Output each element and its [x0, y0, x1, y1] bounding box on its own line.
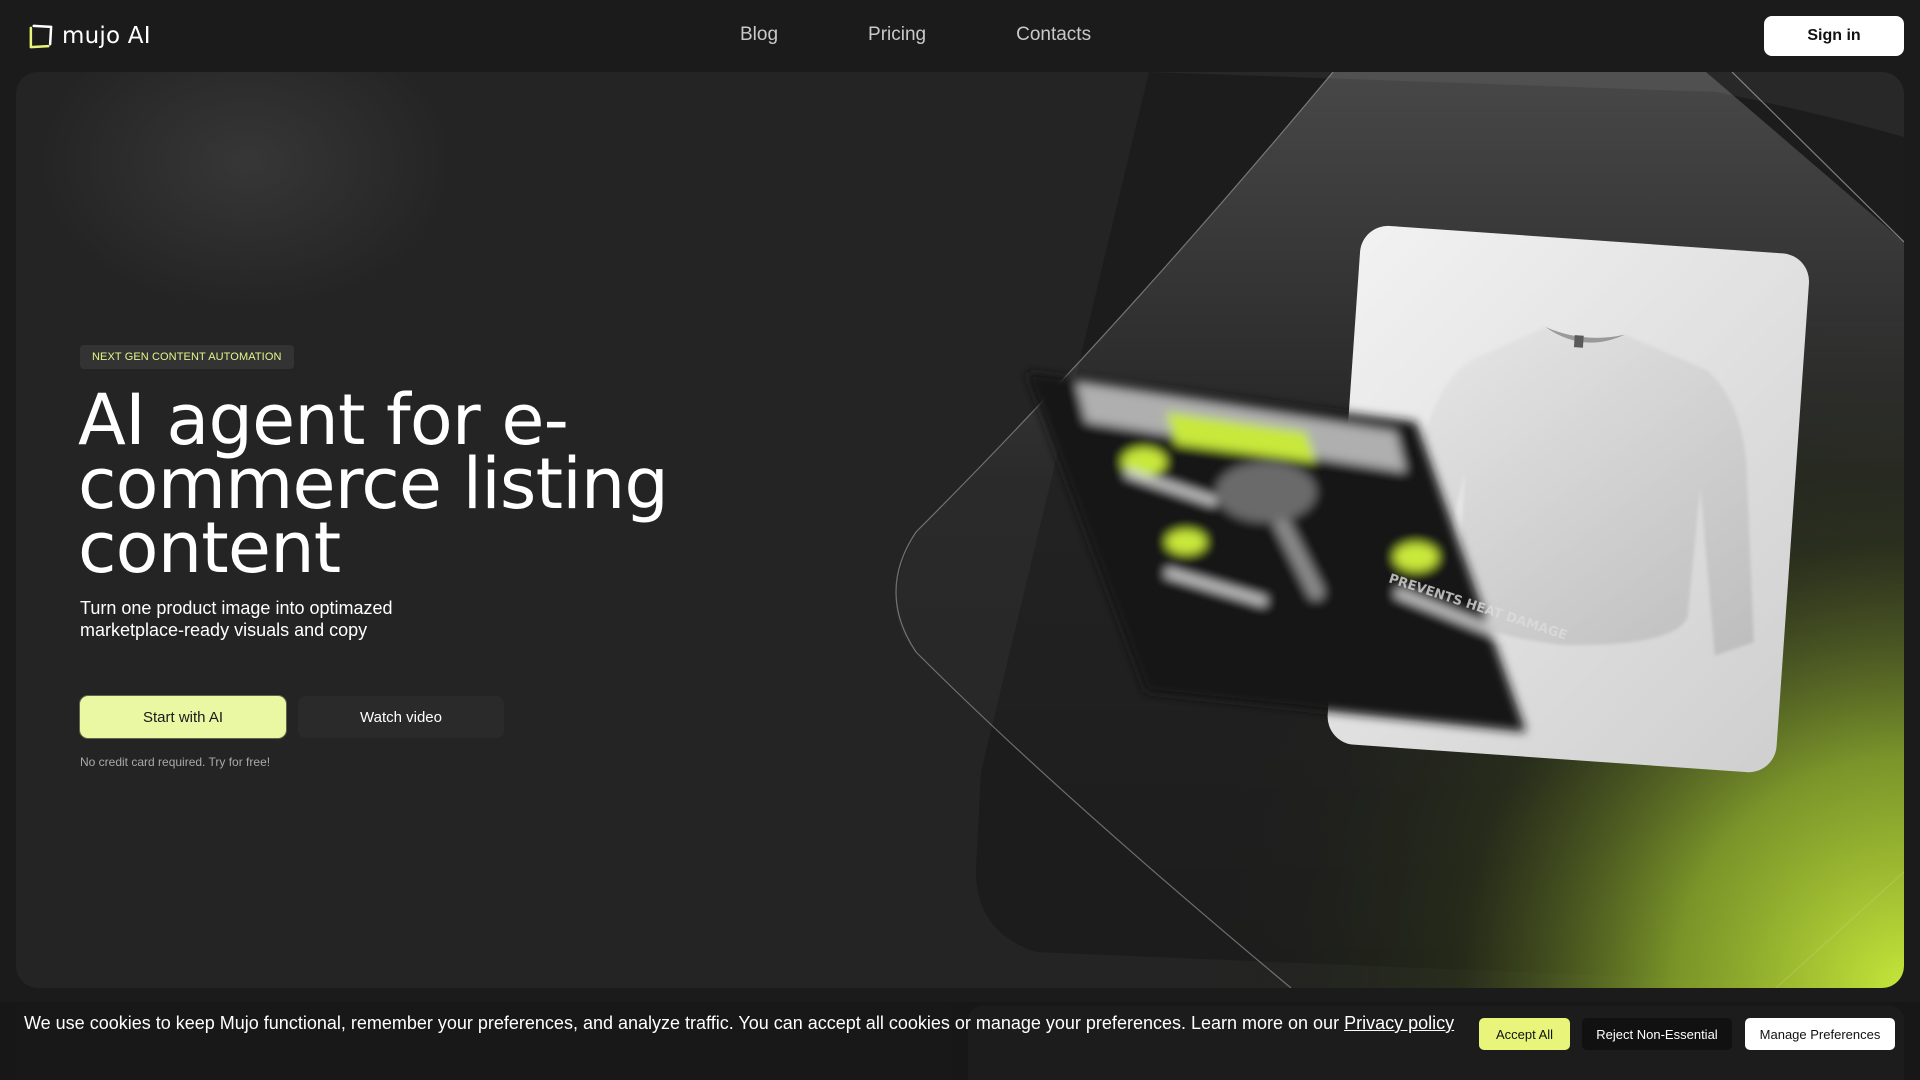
start-with-ai-button[interactable]: Start with AI [80, 696, 286, 738]
nav-link-pricing[interactable]: Pricing [868, 22, 926, 48]
mujo-logo-icon [29, 24, 53, 48]
cookie-message: We use cookies to keep Mujo functional, … [24, 1013, 1340, 1033]
reject-non-essential-button[interactable]: Reject Non-Essential [1582, 1018, 1732, 1050]
brand-name: mujo AI [62, 23, 151, 49]
main-nav: Blog Pricing Contacts [740, 22, 1181, 48]
cookie-text: We use cookies to keep Mujo functional, … [24, 1012, 1464, 1034]
top-navigation: mujo AI Blog Pricing Contacts Sign in [0, 0, 1920, 72]
accept-all-button[interactable]: Accept All [1479, 1018, 1570, 1050]
manage-preferences-button[interactable]: Manage Preferences [1745, 1018, 1895, 1050]
watch-video-button[interactable]: Watch video [298, 696, 504, 738]
nav-link-contacts[interactable]: Contacts [1016, 22, 1091, 48]
hero-headline: AI agent for e-commerce listing content [78, 379, 669, 589]
hero-badge: NEXT GEN CONTENT AUTOMATION [80, 345, 294, 369]
privacy-policy-link[interactable]: Privacy policy [1344, 1013, 1454, 1033]
hero-subheadline: Turn one product image into optimazed ma… [80, 598, 393, 640]
hero-section: PREVENTS HEAT DAMAGE NEXT GEN CONTENT AU… [16, 72, 1904, 988]
brand-logo[interactable]: mujo AI [27, 20, 151, 52]
hero-note: No credit card required. Try for free! [80, 755, 271, 769]
nav-link-blog[interactable]: Blog [740, 22, 778, 48]
sign-in-button[interactable]: Sign in [1764, 16, 1904, 56]
